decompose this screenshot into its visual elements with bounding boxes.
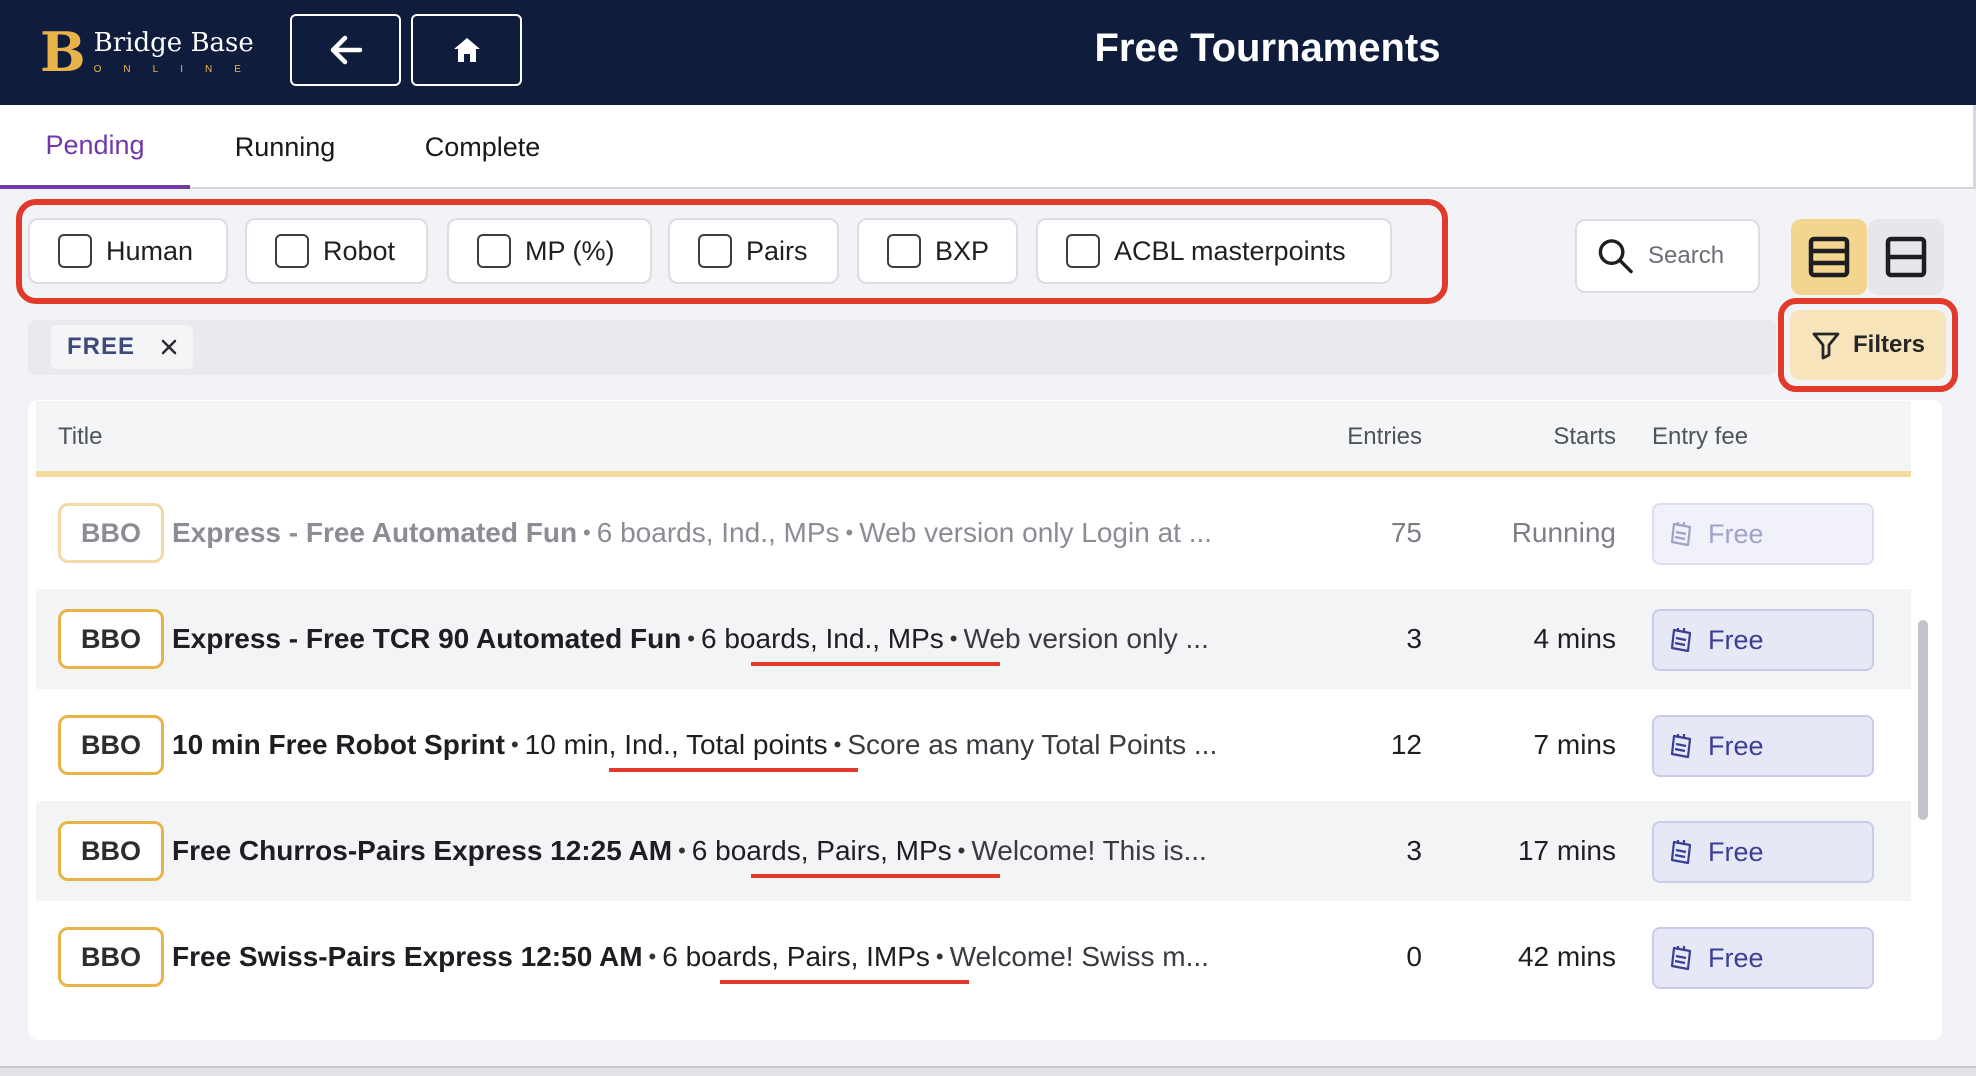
host-badge: BBO bbox=[58, 927, 164, 987]
tournament-description: Welcome! Swiss m... bbox=[949, 941, 1209, 972]
filters-button[interactable]: Filters bbox=[1790, 310, 1946, 380]
table-scrollbar-thumb[interactable] bbox=[1918, 620, 1928, 820]
entry-fee-button[interactable]: Free bbox=[1652, 927, 1874, 989]
search-input[interactable] bbox=[1648, 242, 1758, 270]
top-bar: B Bridge Base ONLINE Free Tournaments bbox=[0, 0, 1976, 105]
page-title: Free Tournaments bbox=[1094, 26, 1441, 70]
tournament-description: Web version only ... bbox=[963, 623, 1209, 654]
col-entry-fee[interactable]: Entry fee bbox=[1652, 423, 1748, 451]
red-underline bbox=[720, 980, 969, 984]
tournament-title: 10 min Free Robot Sprint bbox=[172, 729, 505, 760]
entries-count: 75 bbox=[1390, 517, 1422, 548]
table-row[interactable]: BBO Free Swiss-Pairs Express 12:50 AM • … bbox=[36, 907, 1911, 1007]
tournament-title: Free Churros-Pairs Express 12:25 AM bbox=[172, 835, 673, 866]
red-underline bbox=[751, 662, 1000, 666]
red-underline bbox=[609, 768, 858, 772]
table-row[interactable]: BBO 10 min Free Robot Sprint • 10 min, I… bbox=[36, 695, 1911, 795]
filter-chip-bxp[interactable]: BXP bbox=[857, 218, 1018, 284]
col-title[interactable]: Title bbox=[58, 423, 102, 451]
table-row[interactable]: BBO Express - Free Automated Fun • 6 boa… bbox=[36, 483, 1911, 583]
tournament-title: Free Swiss-Pairs Express 12:50 AM bbox=[172, 941, 643, 972]
checkbox[interactable] bbox=[477, 234, 511, 268]
col-entries[interactable]: Entries bbox=[1347, 423, 1422, 451]
list-view-button[interactable] bbox=[1791, 219, 1867, 295]
active-filter-tag-free: FREE bbox=[51, 325, 193, 369]
checkbox[interactable] bbox=[887, 234, 921, 268]
tournament-title: Express - Free TCR 90 Automated Fun bbox=[172, 623, 682, 654]
tournament-description: Welcome! This is... bbox=[971, 835, 1207, 866]
entry-fee-button[interactable]: Free bbox=[1652, 609, 1874, 671]
tab-complete[interactable]: Complete bbox=[400, 105, 565, 189]
starts-time: Running bbox=[1511, 517, 1616, 548]
filter-funnel-icon bbox=[1812, 332, 1840, 360]
ticket-icon bbox=[1670, 522, 1692, 547]
host-badge: BBO bbox=[58, 609, 164, 669]
tournament-format: 6 boards, Pairs, MPs bbox=[691, 835, 952, 866]
tournament-format: 6 boards, Ind., MPs bbox=[596, 517, 840, 548]
checkbox[interactable] bbox=[1066, 234, 1100, 268]
ticket-icon bbox=[1670, 946, 1692, 971]
col-starts[interactable]: Starts bbox=[1553, 423, 1616, 451]
red-underline bbox=[751, 874, 1000, 878]
checkbox[interactable] bbox=[275, 234, 309, 268]
filters-button-label: Filters bbox=[1852, 331, 1926, 358]
ticket-icon bbox=[1670, 628, 1692, 653]
starts-time: 17 mins bbox=[1517, 835, 1616, 866]
entries-count: 12 bbox=[1390, 729, 1422, 760]
host-badge: BBO bbox=[58, 503, 164, 563]
tab-pending[interactable]: Pending bbox=[0, 105, 190, 189]
checkbox[interactable] bbox=[698, 234, 732, 268]
filter-chip-robot[interactable]: Robot bbox=[245, 218, 428, 284]
tag-label: FREE bbox=[67, 333, 136, 360]
entry-fee-button[interactable]: Free bbox=[1652, 715, 1874, 777]
ticket-icon bbox=[1670, 840, 1692, 865]
entry-fee-button[interactable]: Free bbox=[1652, 503, 1874, 565]
starts-time: 7 mins bbox=[1533, 729, 1616, 760]
ticket-icon bbox=[1670, 734, 1692, 759]
entries-count: 3 bbox=[1406, 623, 1422, 654]
search-box[interactable] bbox=[1575, 219, 1760, 293]
host-badge: BBO bbox=[58, 821, 164, 881]
tab-bar: Pending Running Complete bbox=[0, 105, 1976, 189]
compact-view-icon bbox=[1885, 236, 1927, 278]
tournament-format: 10 min, Ind., Total points bbox=[524, 729, 828, 760]
close-icon[interactable] bbox=[161, 339, 177, 355]
host-badge: BBO bbox=[58, 715, 164, 775]
starts-time: 42 mins bbox=[1517, 941, 1616, 972]
active-filters-bar bbox=[28, 320, 1776, 375]
checkbox[interactable] bbox=[58, 234, 92, 268]
starts-time: 4 mins bbox=[1533, 623, 1616, 654]
filter-chip-acbl-masterpoints[interactable]: ACBL masterpoints bbox=[1036, 218, 1392, 284]
tournament-format: 6 boards, Ind., MPs bbox=[701, 623, 944, 654]
filter-chip-pairs[interactable]: Pairs bbox=[668, 218, 839, 284]
bottom-edge bbox=[0, 1066, 1976, 1076]
tournament-description: Score as many Total Points ... bbox=[847, 729, 1218, 760]
tournament-title: Express - Free Automated Fun bbox=[172, 517, 578, 548]
tournament-description: Web version only Login at ... bbox=[859, 517, 1213, 548]
table-header: Title Entries Starts Entry fee bbox=[36, 401, 1911, 477]
entries-count: 0 bbox=[1406, 941, 1422, 972]
search-icon bbox=[1598, 239, 1633, 274]
list-view-icon bbox=[1808, 236, 1850, 278]
entry-fee-button[interactable]: Free bbox=[1652, 821, 1874, 883]
table-row[interactable]: BBO Free Churros-Pairs Express 12:25 AM … bbox=[36, 801, 1911, 901]
compact-view-button[interactable] bbox=[1868, 219, 1944, 295]
table-row[interactable]: BBO Express - Free TCR 90 Automated Fun … bbox=[36, 589, 1911, 689]
tab-running[interactable]: Running bbox=[200, 105, 370, 189]
filter-chip-human[interactable]: Human bbox=[28, 218, 228, 284]
filter-chip-mp-percent[interactable]: MP (%) bbox=[447, 218, 652, 284]
entries-count: 3 bbox=[1406, 835, 1422, 866]
tournament-format: 6 boards, Pairs, IMPs bbox=[662, 941, 930, 972]
